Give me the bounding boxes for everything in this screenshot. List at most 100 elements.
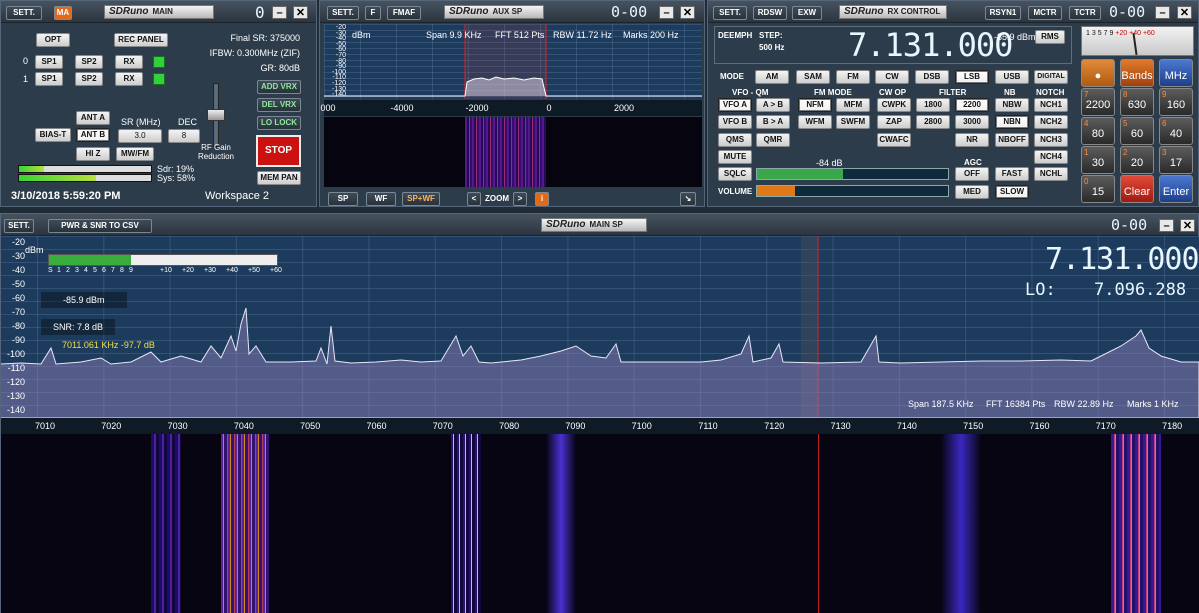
zap-button[interactable]: ZAP (877, 115, 911, 129)
aux-spwf-button[interactable]: SP+WF (402, 192, 440, 206)
mem-pan-button[interactable]: MEM PAN (257, 171, 301, 185)
row0-rx-button[interactable]: RX (115, 55, 143, 69)
aux-info-button[interactable]: i (535, 192, 549, 206)
sr-value-field[interactable]: 3.0 (118, 129, 162, 143)
keypad-key-dot[interactable]: ● (1081, 59, 1115, 87)
agc-slow-button[interactable]: SLOW (995, 185, 1029, 199)
mode-dsb-button[interactable]: DSB (915, 70, 949, 84)
mainsp-close-button[interactable]: ✕ (1180, 219, 1195, 232)
row0-sp2-button[interactable]: SP2 (75, 55, 103, 69)
rx-settings-button[interactable]: SETT. (713, 6, 747, 20)
aux-resize-icon[interactable]: ↘ (680, 192, 696, 206)
aux-settings-button[interactable]: SETT. (327, 6, 359, 20)
rms-button[interactable]: RMS (1035, 30, 1065, 44)
aux-fmaf-button[interactable]: FMAF (387, 6, 421, 20)
filter-2200-button[interactable]: 2200 (955, 98, 989, 112)
keypad-key-clear[interactable]: Clear (1120, 175, 1154, 203)
main-waterfall[interactable] (1, 434, 1199, 613)
keypad-key-40[interactable]: 6 40 (1159, 117, 1193, 145)
nboff-button[interactable]: NBOFF (995, 133, 1029, 147)
zoom-left-button[interactable]: < (467, 192, 481, 206)
stop-button[interactable]: STOP (256, 135, 301, 167)
rec-panel-button[interactable]: REC PANEL (114, 33, 168, 47)
bias-t-button[interactable]: BIAS-T (35, 128, 71, 142)
cwafc-button[interactable]: CWAFC (877, 133, 911, 147)
mode-usb-button[interactable]: USB (995, 70, 1029, 84)
nfm-button[interactable]: NFM (798, 98, 832, 112)
keypad-key-mhz[interactable]: MHz (1159, 59, 1193, 87)
vfo-a-button[interactable]: VFO A (718, 98, 752, 112)
rf-gain-slider-handle[interactable] (207, 109, 225, 121)
zoom-right-button[interactable]: > (513, 192, 527, 206)
nch3-button[interactable]: NCH3 (1034, 133, 1068, 147)
keypad-key-60[interactable]: 5 60 (1120, 117, 1154, 145)
vfo-frequency[interactable]: 7.131.000 (848, 26, 1013, 64)
keypad-key-2200[interactable]: 7 2200 (1081, 88, 1115, 116)
swfm-button[interactable]: SWFM (836, 115, 870, 129)
pwr-snr-csv-button[interactable]: PWR & SNR TO CSV (48, 219, 152, 233)
dec-value-field[interactable]: 8 (168, 129, 200, 143)
nch2-button[interactable]: NCH2 (1034, 115, 1068, 129)
keypad-key-enter[interactable]: Enter (1159, 175, 1193, 203)
mode-am-button[interactable]: AM (755, 70, 789, 84)
qmr-button[interactable]: QMR (756, 133, 790, 147)
rdsw-button[interactable]: RDSW (753, 6, 787, 20)
nbn-button[interactable]: NBN (995, 115, 1029, 129)
cwpk-button[interactable]: CWPK (877, 98, 911, 112)
nch4-button[interactable]: NCH4 (1034, 150, 1068, 164)
del-vrx-button[interactable]: DEL VRX (257, 98, 301, 112)
mode-cw-button[interactable]: CW (875, 70, 909, 84)
keypad-key-20[interactable]: 2 20 (1120, 146, 1154, 174)
aux-minimize-button[interactable]: – (659, 6, 674, 19)
main-settings-button[interactable]: SETT. (6, 6, 42, 20)
qms-button[interactable]: QMS (718, 133, 752, 147)
ant-a-button[interactable]: ANT A (76, 111, 110, 125)
main-minimize-button[interactable]: – (272, 6, 287, 19)
filter-1800-button[interactable]: 1800 (916, 98, 950, 112)
row1-sp2-button[interactable]: SP2 (75, 72, 103, 86)
aux-close-button[interactable]: ✕ (680, 6, 695, 19)
add-vrx-button[interactable]: ADD VRX (257, 80, 301, 94)
keypad-key-17[interactable]: 3 17 (1159, 146, 1193, 174)
mode-lsb-button[interactable]: LSB (955, 70, 989, 84)
mw-fm-button[interactable]: MW/FM (116, 147, 154, 161)
mainsp-minimize-button[interactable]: – (1159, 219, 1174, 232)
hi-z-button[interactable]: HI Z (76, 147, 110, 161)
opt-button[interactable]: OPT (36, 33, 70, 47)
mode-sam-button[interactable]: SAM (796, 70, 830, 84)
lo-lock-button[interactable]: LO LOCK (257, 116, 301, 130)
rsyn1-button[interactable]: RSYN1 (985, 6, 1021, 20)
b-to-a-button[interactable]: B > A (756, 115, 790, 129)
mute-button[interactable]: MUTE (718, 150, 752, 164)
keypad-key-bands[interactable]: Bands (1120, 59, 1154, 87)
keypad-key-630[interactable]: 8 630 (1120, 88, 1154, 116)
rx-minimize-button[interactable]: – (1155, 6, 1170, 19)
nchl-button[interactable]: NCHL (1034, 167, 1068, 181)
nr-button[interactable]: NR (955, 133, 989, 147)
aux-wf-button[interactable]: WF (366, 192, 396, 206)
squelch-slider[interactable] (756, 168, 949, 180)
wfm-button[interactable]: WFM (798, 115, 832, 129)
keypad-key-30[interactable]: 1 30 (1081, 146, 1115, 174)
main-close-button[interactable]: ✕ (293, 6, 308, 19)
nbw-button[interactable]: NBW (995, 98, 1029, 112)
filter-2800-button[interactable]: 2800 (916, 115, 950, 129)
aux-f-button[interactable]: F (365, 6, 381, 20)
mctr-button[interactable]: MCTR (1028, 6, 1062, 20)
row0-sp1-button[interactable]: SP1 (35, 55, 63, 69)
sqlc-button[interactable]: SQLC (718, 167, 752, 181)
nch1-button[interactable]: NCH1 (1034, 98, 1068, 112)
agc-med-button[interactable]: MED (955, 185, 989, 199)
mfm-button[interactable]: MFM (836, 98, 870, 112)
keypad-key-80[interactable]: 4 80 (1081, 117, 1115, 145)
a-to-b-button[interactable]: A > B (756, 98, 790, 112)
mainsp-settings-button[interactable]: SETT. (4, 219, 34, 233)
agc-fast-button[interactable]: FAST (995, 167, 1029, 181)
filter-3000-button[interactable]: 3000 (955, 115, 989, 129)
main-ma-button[interactable]: MA (54, 6, 72, 20)
mode-fm-button[interactable]: FM (836, 70, 870, 84)
agc-off-button[interactable]: OFF (955, 167, 989, 181)
rx-close-button[interactable]: ✕ (1177, 6, 1192, 19)
row1-sp1-button[interactable]: SP1 (35, 72, 63, 86)
exw-button[interactable]: EXW (792, 6, 822, 20)
